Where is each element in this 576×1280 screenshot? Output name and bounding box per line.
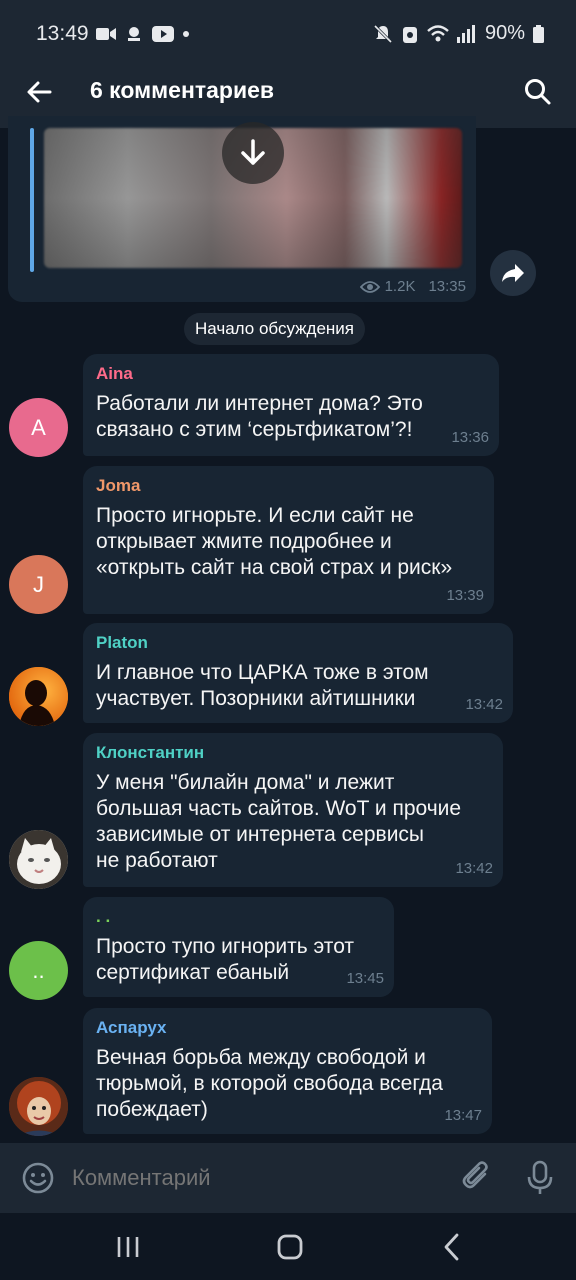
comment-input[interactable] — [72, 1165, 422, 1191]
quote-bar — [30, 128, 34, 272]
views-count: 1.2K — [384, 278, 416, 295]
comment-time: 13:42 — [465, 696, 503, 713]
avatar[interactable] — [9, 667, 68, 726]
comment-bubble[interactable]: Joma Просто игнорьте. И если сайт не отк… — [83, 466, 494, 614]
comment-time: 13:39 — [446, 587, 484, 604]
comment-text: Просто игнорьте. И если сайт не открывае… — [96, 504, 453, 579]
forward-button[interactable] — [490, 250, 536, 296]
download-button[interactable] — [222, 122, 284, 184]
avatar[interactable]: J — [9, 555, 68, 614]
comment-author[interactable]: . . — [96, 907, 381, 927]
youtube-icon — [152, 26, 174, 42]
more-dot-icon — [183, 31, 189, 37]
doll-avatar-icon — [9, 1077, 68, 1136]
alarm-icon — [402, 26, 417, 43]
comment-author[interactable]: Aina — [96, 364, 486, 384]
comment-bubble[interactable]: Platon И главное что ЦАРКА тоже в этом у… — [83, 623, 513, 723]
comment-composer — [0, 1143, 576, 1213]
paperclip-icon — [462, 1161, 488, 1189]
comment-bubble[interactable]: Клонстантин У меня "билайн дома" и лежит… — [83, 733, 503, 887]
comment-time: 13:42 — [455, 860, 493, 877]
mute-icon — [373, 24, 393, 43]
comment-time: 13:47 — [444, 1107, 482, 1124]
search-icon — [525, 79, 551, 105]
notification-icons — [96, 26, 189, 42]
voice-message-button[interactable] — [520, 1157, 560, 1197]
signal-icon — [456, 24, 475, 43]
comment-author[interactable]: Клонстантин — [96, 743, 490, 763]
page-title: 6 комментариев — [90, 77, 275, 103]
channel-post[interactable]: 1.2K 13:35 — [8, 116, 476, 302]
comment-text: Работали ли интернет дома? Это связано с… — [96, 392, 423, 441]
cat-avatar-icon — [9, 830, 68, 889]
battery-percent: 90% — [484, 22, 525, 44]
avatar[interactable] — [9, 830, 68, 889]
comment-author[interactable]: Аспарух — [96, 1018, 479, 1038]
arrow-back-icon — [27, 81, 52, 103]
share-arrow-icon — [502, 264, 524, 282]
comment-time: 13:36 — [451, 429, 489, 446]
system-nav-bar — [0, 1213, 576, 1280]
search-button[interactable] — [516, 70, 560, 114]
smile-icon — [22, 1162, 54, 1194]
views-icon — [359, 280, 380, 293]
microphone-icon — [527, 1160, 553, 1194]
comment-text: У меня "билайн дома" и лежит большая час… — [96, 771, 462, 872]
video-call-icon — [96, 28, 116, 40]
post-time: 13:35 — [428, 278, 466, 295]
comment-text: Вечная борьба между свободой и тюрьмой, … — [96, 1046, 443, 1121]
avatar[interactable]: .. — [9, 941, 68, 1000]
attach-button[interactable] — [456, 1157, 496, 1197]
wifi-icon — [427, 24, 449, 41]
avatar-initial: .. — [32, 957, 45, 983]
status-right: 90% — [373, 22, 544, 45]
comment-author[interactable]: Platon — [96, 633, 500, 653]
comment-author[interactable]: Joma — [96, 476, 481, 496]
comment-time: 13:45 — [346, 970, 384, 987]
battery-icon — [533, 24, 544, 43]
recent-apps-icon — [117, 1237, 139, 1257]
post-meta: 1.2K 13:35 — [359, 278, 466, 295]
home-icon — [277, 1234, 303, 1260]
comment-text: И главное что ЦАРКА тоже в этом участвуе… — [96, 661, 429, 710]
recent-apps-button[interactable] — [108, 1227, 148, 1267]
comment-bubble[interactable]: Аспарух Вечная борьба между свободой и т… — [83, 1008, 492, 1134]
comment-bubble[interactable]: Aina Работали ли интернет дома? Это связ… — [83, 354, 499, 456]
comment-text: Просто тупо игнорить этот сертификат еба… — [96, 935, 355, 984]
avatar[interactable] — [9, 1077, 68, 1136]
avatar[interactable]: A — [9, 398, 68, 457]
avatar-initial: J — [33, 571, 44, 597]
app-notification-icon — [128, 27, 140, 41]
status-time: 13:49 — [36, 22, 89, 45]
home-button[interactable] — [270, 1227, 310, 1267]
avatar-initial: A — [31, 414, 46, 440]
download-icon — [241, 139, 265, 165]
system-back-button[interactable] — [432, 1227, 472, 1267]
discussion-start-label: Начало обсуждения — [184, 313, 365, 345]
back-button[interactable] — [18, 70, 62, 114]
silhouette-avatar-icon — [9, 667, 68, 726]
comment-bubble[interactable]: . . Просто тупо игнорить этот сертификат… — [83, 897, 394, 997]
emoji-button[interactable] — [18, 1158, 58, 1198]
chevron-left-icon — [444, 1233, 459, 1261]
